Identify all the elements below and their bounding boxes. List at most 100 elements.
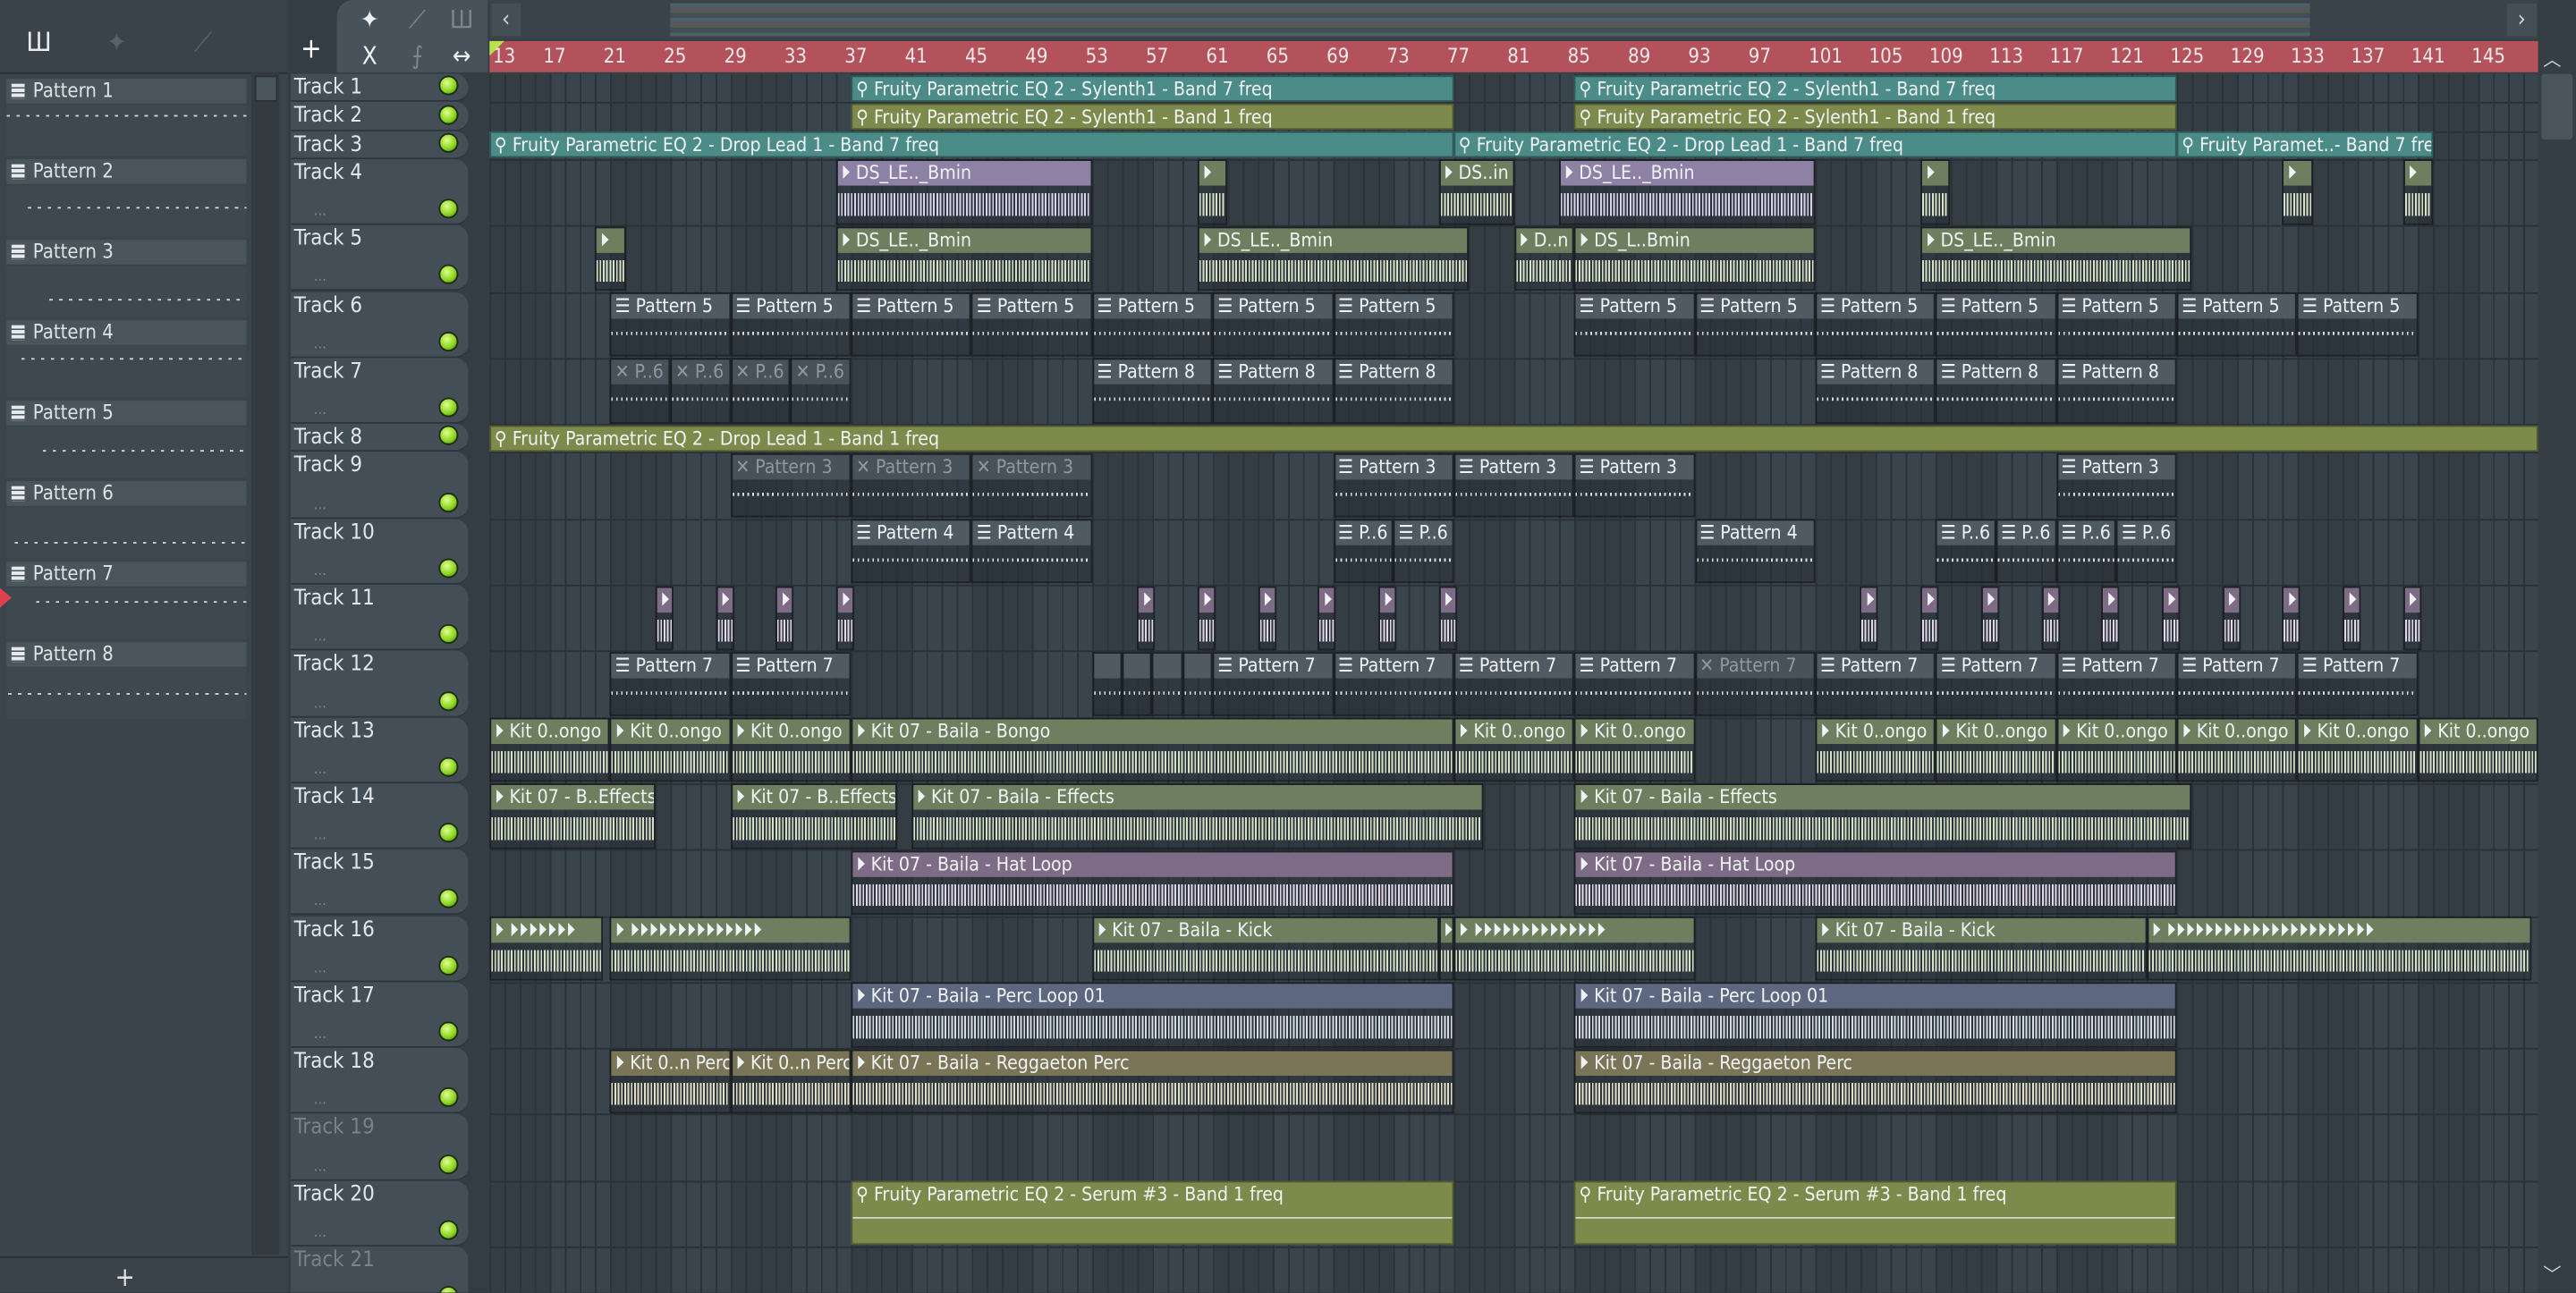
track-mute-led[interactable] bbox=[438, 132, 459, 153]
playlist-clip[interactable]: ⏵ Kit 0..ongo bbox=[2297, 717, 2419, 782]
playlist-clip[interactable]: ⏵ bbox=[715, 585, 734, 650]
playlist-clip[interactable] bbox=[1092, 651, 1123, 716]
bar-number[interactable]: 21 bbox=[604, 41, 626, 72]
track-more-icon[interactable]: ... bbox=[314, 497, 326, 513]
playlist-clip[interactable]: ⏵ bbox=[1438, 585, 1457, 650]
playlist-clip[interactable]: ⏵ Kit 0..ongo bbox=[1453, 717, 1574, 782]
track-header[interactable]: Track 17... bbox=[291, 981, 469, 1048]
bar-number[interactable]: 53 bbox=[1086, 41, 1108, 72]
playlist-clip[interactable]: ☰ Pattern 3 bbox=[1333, 452, 1454, 518]
playlist-clip[interactable]: ⏵ Kit 07 - Baila - Effects bbox=[911, 783, 1484, 849]
piano-roll-icon[interactable]: Ш bbox=[444, 5, 479, 35]
bar-number[interactable]: 93 bbox=[1688, 41, 1710, 72]
playlist-clip[interactable]: ⏵ bbox=[1258, 585, 1276, 650]
track-more-icon[interactable]: ... bbox=[314, 1027, 326, 1043]
playlist-clip[interactable]: ☰ Pattern 7 bbox=[730, 651, 852, 716]
audio-wave-icon[interactable]: ✦ bbox=[352, 5, 387, 35]
bar-number[interactable]: 61 bbox=[1206, 41, 1228, 72]
playlist-clip[interactable]: ⏵ Kit 0..ongo bbox=[730, 717, 852, 782]
playlist-clip[interactable]: ⚲ Fruity Parametric EQ 2 - Drop Lead 1 -… bbox=[1453, 131, 2177, 159]
playlist-clip[interactable]: ☰ P..6 bbox=[1996, 519, 2056, 584]
add-pattern-button[interactable]: + bbox=[115, 1262, 135, 1293]
track-header[interactable]: Track 15... bbox=[291, 849, 469, 916]
playlist-clip[interactable]: ☰ P..6 bbox=[1936, 519, 1996, 584]
playlist-clip[interactable]: ☰ Pattern 3 bbox=[1573, 452, 1695, 518]
playlist-clip[interactable]: ☰ Pattern 8 bbox=[1333, 358, 1454, 424]
playlist-clip[interactable]: ⏵ Kit 07 - Baila - Kick bbox=[1092, 916, 1439, 982]
playlist-clip[interactable]: ⏵ ⏵⏵⏵⏵⏵⏵⏵⏵⏵⏵⏵⏵⏵⏵⏵⏵⏵⏵⏵⏵⏵⏵ bbox=[2146, 916, 2531, 982]
bar-number[interactable]: 29 bbox=[724, 41, 746, 72]
playlist-clip[interactable]: ⏵ Kit 07 - Baila - Reggaeton Perc bbox=[1573, 1048, 2177, 1114]
track-more-icon[interactable]: ... bbox=[314, 402, 326, 418]
playlist-clip[interactable]: ✕ P..6 bbox=[730, 358, 792, 424]
playlist-clip[interactable]: ⏵ bbox=[2041, 585, 2060, 650]
playlist-clip[interactable]: ⏵ Kit 0..ongo bbox=[489, 717, 611, 782]
playlist-clip[interactable]: ☰ Pattern 5 bbox=[1936, 292, 2056, 358]
playlist-clip[interactable]: ☰ Pattern 5 bbox=[1694, 292, 1816, 358]
playlist-clip[interactable]: ☰ Pattern 8 bbox=[1212, 358, 1334, 424]
track-mute-led[interactable] bbox=[438, 756, 459, 777]
playlist-clip[interactable]: ⏵ DS_LE.._Bmin bbox=[1920, 225, 2192, 292]
playlist-clip[interactable]: ⏵ bbox=[775, 585, 794, 650]
track-more-icon[interactable]: ... bbox=[314, 630, 326, 646]
bar-number[interactable]: 105 bbox=[1868, 41, 1902, 72]
track-more-icon[interactable]: ... bbox=[314, 894, 326, 910]
track-more-icon[interactable]: ... bbox=[314, 1159, 326, 1175]
bar-number[interactable]: 121 bbox=[2110, 41, 2144, 72]
track-more-icon[interactable]: ... bbox=[314, 1093, 326, 1109]
playlist-clip[interactable]: ⏵ Kit 0..n Perc bbox=[610, 1048, 731, 1114]
picker-scrollbar[interactable] bbox=[251, 72, 280, 1255]
track-header[interactable]: Track 3 bbox=[291, 131, 469, 159]
playlist-clip[interactable]: ⏵ bbox=[1980, 585, 1999, 650]
picker-scroll-thumb[interactable] bbox=[254, 75, 278, 102]
bar-number[interactable]: 133 bbox=[2291, 41, 2325, 72]
bar-number[interactable]: 101 bbox=[1809, 41, 1843, 72]
playlist-clip[interactable]: ⏵ Kit 07 - Baila - Reggaeton Perc bbox=[851, 1048, 1454, 1114]
bar-number[interactable]: 89 bbox=[1628, 41, 1650, 72]
track-header[interactable]: Track 9... bbox=[291, 452, 469, 519]
playlist-clip[interactable]: ⏵ Kit 0..ongo bbox=[1936, 717, 2056, 782]
track-header[interactable]: Track 14... bbox=[291, 782, 469, 849]
track-header[interactable]: Track 6... bbox=[291, 292, 469, 359]
playlist-clip[interactable]: ☰ Pattern 5 bbox=[2055, 292, 2177, 358]
curve-icon[interactable]: ⨍ bbox=[399, 41, 435, 71]
playlist-clip[interactable]: ⏵ bbox=[2222, 585, 2241, 650]
track-mute-led[interactable] bbox=[438, 558, 459, 579]
playlist-clip[interactable]: ☰ Pattern 3 bbox=[2055, 452, 2177, 518]
stretch-icon[interactable]: ↔ bbox=[444, 41, 479, 71]
playlist-clip[interactable]: ☰ Pattern 7 bbox=[2055, 651, 2177, 716]
add-track-button[interactable]: + bbox=[301, 33, 322, 66]
playlist-clip[interactable]: ⚲ Fruity Parametric EQ 2 - Drop Lead 1 -… bbox=[489, 131, 1454, 159]
playlist-clip[interactable]: ☰ P..6 bbox=[2055, 519, 2117, 584]
playlist-clip[interactable]: ⏵ DS_LE.._Bmin bbox=[1559, 159, 1816, 225]
track-mute-led[interactable] bbox=[438, 1286, 459, 1293]
bar-number[interactable]: 109 bbox=[1929, 41, 1963, 72]
automation-icon[interactable]: ⟋ bbox=[399, 5, 435, 35]
playlist-clip[interactable]: ✕ Pattern 3 bbox=[730, 452, 852, 518]
track-header[interactable]: Track 21... bbox=[291, 1247, 469, 1293]
bar-number[interactable]: 77 bbox=[1447, 41, 1470, 72]
playlist-clip[interactable]: ☰ P..6 bbox=[2116, 519, 2177, 584]
playlist-clip[interactable]: ☰ Pattern 5 bbox=[610, 292, 731, 358]
bar-number[interactable]: 137 bbox=[2351, 41, 2385, 72]
playlist-clip[interactable]: ☰ Pattern 7 bbox=[1212, 651, 1334, 716]
bar-number[interactable]: 129 bbox=[2231, 41, 2265, 72]
track-header[interactable]: Track 5... bbox=[291, 224, 469, 292]
playlist-clip[interactable]: ☰ Pattern 5 bbox=[1212, 292, 1334, 358]
playlist-clip[interactable]: ⚲ Fruity Parametric EQ 2 - Serum #3 - Ba… bbox=[1573, 1180, 2177, 1247]
track-header[interactable]: Track 11... bbox=[291, 584, 469, 651]
playlist-clip[interactable]: ☰ Pattern 4 bbox=[1694, 519, 1816, 584]
track-more-icon[interactable]: ... bbox=[314, 828, 326, 844]
playlist-clip[interactable]: ⏵ DS_LE.._Bmin bbox=[835, 159, 1093, 225]
track-mute-led[interactable] bbox=[438, 624, 459, 645]
playlist-clip[interactable]: ⏵ DS_LE.._Bmin bbox=[835, 225, 1093, 292]
playlist-clip[interactable]: ⏵ DS_LE.._Bmin bbox=[1197, 225, 1470, 292]
playlist-clip[interactable]: ⚲ Fruity Paramet..- Band 7 freq bbox=[2176, 131, 2433, 159]
playlist-clip[interactable]: ☰ Pattern 8 bbox=[1815, 358, 1936, 424]
track-more-icon[interactable]: ... bbox=[314, 336, 326, 352]
playlist-clip[interactable]: ☰ Pattern 5 bbox=[1333, 292, 1454, 358]
playlist-clip[interactable]: ⏵ bbox=[2282, 159, 2313, 225]
playlist-clip[interactable]: ⏵ Kit 07 - B..Effects bbox=[489, 783, 656, 849]
playlist-clip[interactable]: ⏵ bbox=[1197, 585, 1216, 650]
playlist-clip[interactable]: ⏵ ⏵⏵⏵⏵⏵⏵⏵⏵⏵⏵⏵⏵⏵⏵ bbox=[610, 916, 852, 982]
